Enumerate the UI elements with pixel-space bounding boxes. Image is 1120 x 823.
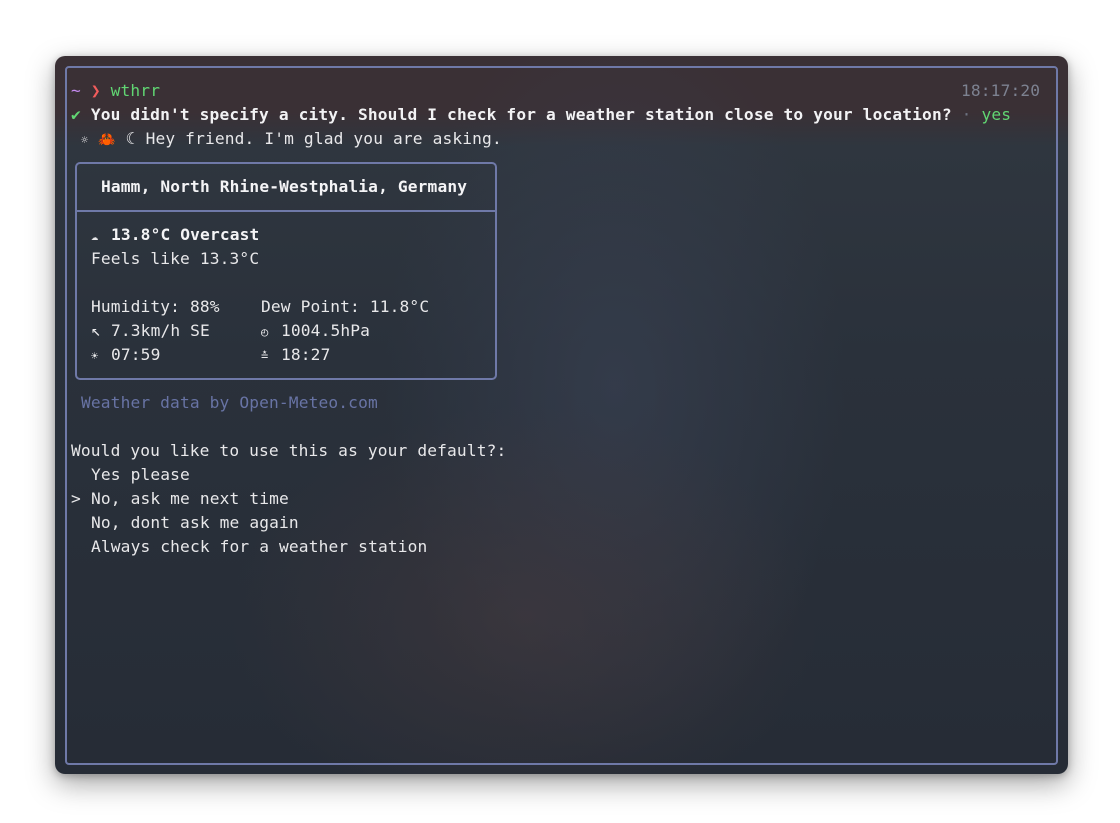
wind-line: ↖ 7.3km/h SE xyxy=(91,319,210,343)
sunset-time: 18:27 xyxy=(281,345,331,364)
check-icon: ✔ xyxy=(71,105,81,124)
sunrise-time: 07:59 xyxy=(111,345,161,364)
sunrise-line: ☀ 07:59 xyxy=(91,343,160,368)
cloud-icon: ☁ xyxy=(91,229,99,243)
sunset-icon: ≛ xyxy=(261,349,269,363)
wind-speed: 7.3km/h SE xyxy=(111,321,210,340)
wind-direction-icon: ↖ xyxy=(91,321,101,340)
gauge-icon: ◴ xyxy=(261,325,269,339)
option-always-check[interactable]: Always check for a weather station xyxy=(91,535,427,559)
location-question: You didn't specify a city. Should I chec… xyxy=(90,105,952,124)
question-answer: yes xyxy=(981,105,1012,124)
greeting-text: Hey friend. I'm glad you are asking. xyxy=(145,129,502,148)
sunset-line: ≛ 18:27 xyxy=(261,343,330,368)
dew-point: Dew Point: 11.8°C xyxy=(261,297,430,316)
separator-dot: · xyxy=(961,105,972,124)
sun-icon: ☼ xyxy=(81,133,89,147)
feels-like: Feels like 13.3°C xyxy=(91,249,260,268)
sunrise-icon: ☀ xyxy=(91,349,99,363)
weather-location: Hamm, North Rhine-Westphalia, Germany xyxy=(101,177,468,196)
option-ask-next-time[interactable]: No, ask me next time xyxy=(91,487,289,511)
prompt-clock: 18:17:20 xyxy=(961,81,1041,100)
prompt-command: wthrr xyxy=(110,81,161,100)
question-line: ✔ You didn't specify a city. Should I ch… xyxy=(71,103,1011,127)
prompt-arrow-icon: ❯ xyxy=(90,81,101,100)
weather-summary: 13.8°C Overcast xyxy=(111,225,260,244)
pressure: 1004.5hPa xyxy=(281,321,371,340)
selection-marker: > xyxy=(71,489,81,508)
option-yes-please[interactable]: Yes please xyxy=(91,463,190,487)
terminal-window: ~ ❯ wthrr 18:17:20 ✔ You didn't specify … xyxy=(55,56,1068,774)
option-dont-ask-again[interactable]: No, dont ask me again xyxy=(91,511,299,535)
pressure-line: ◴ 1004.5hPa xyxy=(261,319,370,344)
weather-card-divider xyxy=(77,210,495,212)
moon-icon: ☾ xyxy=(125,129,136,148)
prompt-line: ~ ❯ wthrr xyxy=(71,79,160,103)
attribution: Weather data by Open-Meteo.com xyxy=(81,393,378,412)
default-question: Would you like to use this as your defau… xyxy=(71,441,507,460)
humidity: Humidity: 88% xyxy=(91,297,220,316)
greeting-line: ☼ 🦀 ☾ Hey friend. I'm glad you are askin… xyxy=(81,127,502,152)
weather-summary-line: ☁ 13.8°C Overcast xyxy=(91,223,259,248)
prompt-directory: ~ xyxy=(71,81,81,100)
crab-icon: 🦀 xyxy=(98,132,116,148)
